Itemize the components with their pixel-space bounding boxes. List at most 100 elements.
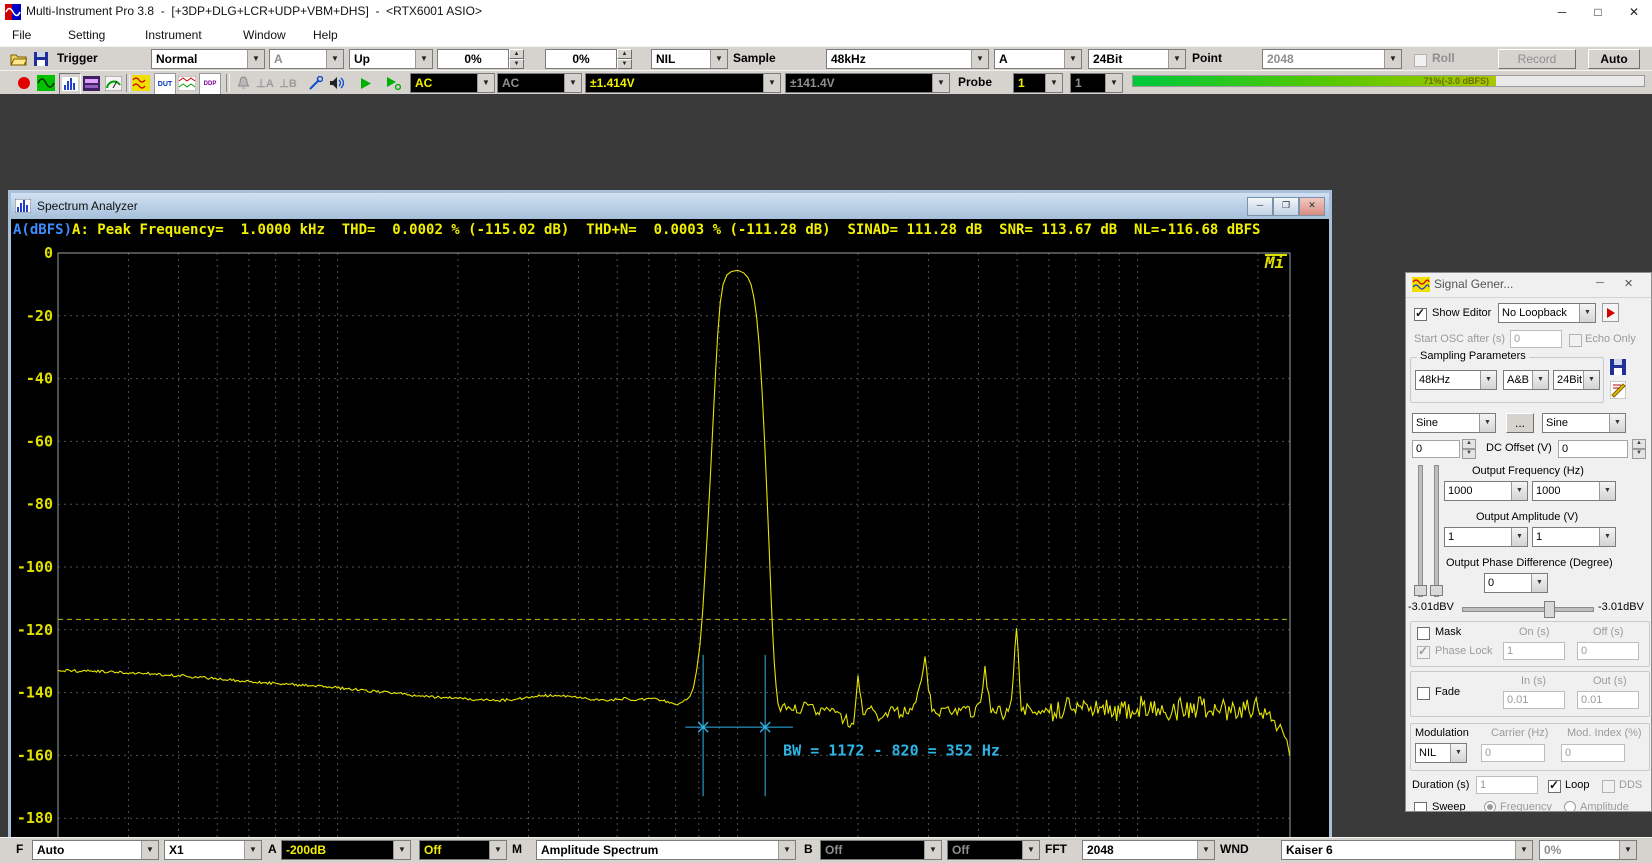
- zoom-combo[interactable]: X1▼: [164, 840, 262, 860]
- chevron-down-icon[interactable]: ▼: [710, 50, 727, 68]
- generator-run-button[interactable]: [1602, 303, 1619, 322]
- trigger-delay-spinner[interactable]: 0%▲▼: [545, 49, 632, 69]
- chevron-down-icon[interactable]: ▼: [489, 841, 506, 859]
- chevron-down-icon[interactable]: ▼: [244, 841, 261, 859]
- device-test-plan-icon[interactable]: DUT: [154, 73, 176, 95]
- balance-slider-handle[interactable]: [1544, 601, 1555, 618]
- range-a2-combo[interactable]: Off▼: [419, 840, 507, 860]
- chevron-down-icon[interactable]: ▼: [763, 74, 780, 92]
- spin-up-icon[interactable]: ▲: [1462, 439, 1476, 449]
- chevron-down-icon[interactable]: ▼: [1450, 744, 1466, 762]
- chevron-down-icon[interactable]: ▼: [971, 50, 988, 68]
- generator-rate-combo[interactable]: 48kHz▼: [1415, 370, 1497, 390]
- chevron-down-icon[interactable]: ▼: [1579, 304, 1595, 322]
- chevron-down-icon[interactable]: ▼: [1479, 414, 1495, 432]
- sample-bits-combo[interactable]: 24Bit▼: [1088, 49, 1186, 69]
- fft-size-combo[interactable]: 2048▼: [1082, 840, 1215, 860]
- chevron-down-icon[interactable]: ▼: [1511, 528, 1527, 546]
- data-logger-icon[interactable]: [103, 73, 123, 93]
- chevron-down-icon[interactable]: ▼: [1511, 482, 1527, 500]
- range-a-combo[interactable]: ±1.414V▼: [585, 73, 781, 93]
- amplitude-a-combo[interactable]: 1▼: [1444, 527, 1528, 547]
- chevron-down-icon[interactable]: ▼: [1609, 414, 1625, 432]
- menu-item-setting[interactable]: Setting: [64, 27, 109, 43]
- spin-down-icon[interactable]: ▼: [1632, 449, 1646, 459]
- spin-down-icon[interactable]: ▼: [1462, 449, 1476, 459]
- signal-generator-titlebar[interactable]: Signal Gener... ─ ✕: [1406, 273, 1651, 298]
- chevron-down-icon[interactable]: ▼: [1197, 841, 1214, 859]
- window-function-combo[interactable]: Kaiser 6▼: [1281, 840, 1533, 860]
- frequency-range-combo[interactable]: Auto▼: [32, 840, 159, 860]
- close-button[interactable]: ✕: [1616, 0, 1652, 24]
- phase-difference-combo[interactable]: 0▼: [1484, 573, 1548, 593]
- dc-offset-b-spinner[interactable]: ▲▼: [1632, 439, 1646, 459]
- frequency-a-combo[interactable]: 1000▼: [1444, 481, 1528, 501]
- view-mode-combo[interactable]: Amplitude Spectrum▼: [536, 840, 796, 860]
- balance-slider[interactable]: [1462, 607, 1594, 612]
- close-button[interactable]: ✕: [1624, 277, 1633, 290]
- open-file-icon[interactable]: [8, 49, 28, 69]
- chevron-down-icon[interactable]: ▼: [415, 50, 432, 68]
- chevron-down-icon[interactable]: ▼: [477, 74, 494, 92]
- generator-bits-combo[interactable]: 24Bit▼: [1553, 370, 1600, 390]
- multimeter-icon[interactable]: [81, 73, 101, 93]
- generator-channels-combo[interactable]: A&B▼: [1503, 370, 1549, 390]
- minimize-button[interactable]: ─: [1544, 0, 1580, 24]
- loopback-combo[interactable]: No Loopback▼: [1498, 303, 1596, 323]
- loop-checkbox[interactable]: [1548, 778, 1561, 796]
- spin-down-icon[interactable]: ▼: [617, 59, 632, 69]
- menu-item-instrument[interactable]: Instrument: [141, 27, 206, 43]
- chevron-down-icon[interactable]: ▼: [1532, 371, 1548, 389]
- spin-up-icon[interactable]: ▲: [509, 49, 524, 59]
- trigger-mode-combo[interactable]: Normal▼: [151, 49, 265, 69]
- dc-offset-a-spinner[interactable]: ▲▼: [1462, 439, 1476, 459]
- fade-checkbox[interactable]: [1417, 685, 1430, 703]
- waveform-a-combo[interactable]: Sine▼: [1412, 413, 1496, 433]
- chevron-down-icon[interactable]: ▼: [1583, 371, 1599, 389]
- coupling-a-combo[interactable]: AC▼: [410, 73, 495, 93]
- record-icon[interactable]: [14, 73, 34, 93]
- probe-a-combo[interactable]: 1▼: [1013, 73, 1063, 93]
- amplitude-b-combo[interactable]: 1▼: [1532, 527, 1616, 547]
- show-editor-checkbox[interactable]: [1414, 306, 1427, 324]
- hpf-combo[interactable]: NIL▼: [651, 49, 728, 69]
- chevron-down-icon[interactable]: ▼: [1045, 74, 1062, 92]
- level-fader-a[interactable]: [1418, 465, 1423, 597]
- maximize-button[interactable]: □: [1580, 0, 1616, 24]
- chevron-down-icon[interactable]: ▼: [1599, 482, 1615, 500]
- sample-channel-combo[interactable]: A▼: [994, 49, 1082, 69]
- lcr-meter-icon[interactable]: [177, 73, 197, 93]
- chevron-down-icon[interactable]: ▼: [1531, 574, 1547, 592]
- range-a-combo[interactable]: -200dB▼: [281, 840, 411, 860]
- save-signal-icon[interactable]: [1610, 359, 1626, 375]
- spin-up-icon[interactable]: ▲: [1632, 439, 1646, 449]
- menu-item-file[interactable]: File: [8, 27, 35, 43]
- spectrum-window-titlebar[interactable]: Spectrum Analyzer ─ ❐ ✕: [11, 193, 1329, 219]
- spin-down-icon[interactable]: ▼: [509, 59, 524, 69]
- signal-generator-icon[interactable]: [36, 73, 56, 93]
- save-icon[interactable]: [31, 49, 51, 69]
- dc-offset-b-input[interactable]: 0: [1558, 440, 1628, 458]
- modulation-type-combo[interactable]: NIL▼: [1415, 743, 1467, 763]
- chevron-down-icon[interactable]: ▼: [247, 50, 264, 68]
- sample-rate-combo[interactable]: 48kHz▼: [826, 49, 989, 69]
- level-fader-b[interactable]: [1434, 465, 1439, 597]
- chevron-down-icon[interactable]: ▼: [1599, 528, 1615, 546]
- chevron-down-icon[interactable]: ▼: [1480, 371, 1496, 389]
- minimize-button[interactable]: ─: [1247, 197, 1273, 216]
- menu-item-help[interactable]: Help: [309, 27, 342, 43]
- close-button[interactable]: ✕: [1299, 197, 1325, 216]
- chevron-down-icon[interactable]: ▼: [393, 841, 410, 859]
- probe-calibration-icon[interactable]: [305, 73, 325, 93]
- restore-button[interactable]: ❐: [1273, 197, 1299, 216]
- level-fader-b-handle[interactable]: [1430, 585, 1443, 596]
- mask-checkbox[interactable]: [1417, 625, 1430, 643]
- minimize-button[interactable]: ─: [1596, 277, 1604, 289]
- trigger-level-spinner[interactable]: 0%▲▼: [437, 49, 524, 69]
- waveform-more-button[interactable]: ...: [1506, 413, 1534, 433]
- trigger-edge-combo[interactable]: Up▼: [349, 49, 433, 69]
- waveform-b-combo[interactable]: Sine▼: [1542, 413, 1626, 433]
- chevron-down-icon[interactable]: ▼: [141, 841, 158, 859]
- sweep-checkbox[interactable]: [1414, 800, 1427, 812]
- chevron-down-icon[interactable]: ▼: [1064, 50, 1081, 68]
